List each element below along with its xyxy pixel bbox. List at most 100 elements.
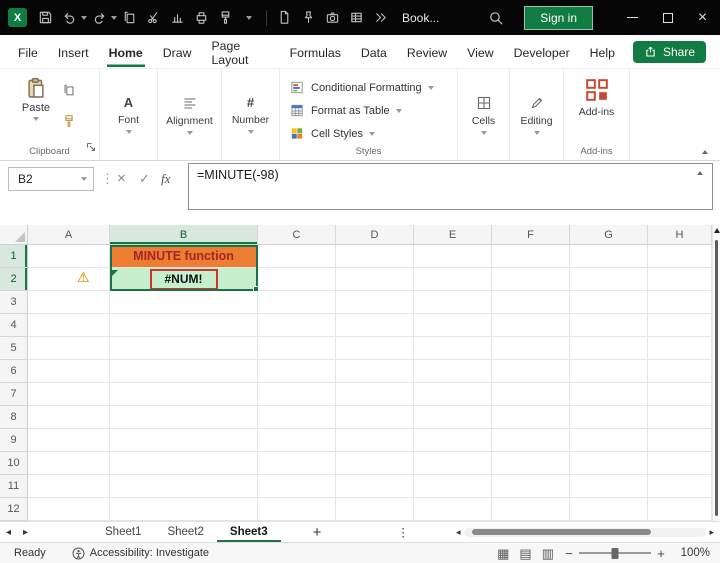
collapse-formula-bar-icon[interactable] xyxy=(697,171,703,175)
cell-G8[interactable] xyxy=(570,406,648,429)
chart-icon[interactable] xyxy=(165,5,189,31)
cell-H5[interactable] xyxy=(648,337,712,360)
cell-A5[interactable] xyxy=(28,337,110,360)
horizontal-scrollbar[interactable]: ◂ ▸ xyxy=(456,527,714,538)
cell-F10[interactable] xyxy=(492,452,570,475)
scroll-up-icon[interactable] xyxy=(714,228,720,233)
cell-B11[interactable] xyxy=(110,475,258,498)
cell-B2[interactable]: #NUM! xyxy=(110,268,258,291)
cancel-icon[interactable]: × xyxy=(117,170,126,187)
zoom-slider[interactable] xyxy=(579,547,651,559)
cell-G12[interactable] xyxy=(570,498,648,521)
cell-F2[interactable] xyxy=(492,268,570,291)
zoom-slider-thumb[interactable] xyxy=(611,547,619,559)
cell-A2[interactable] xyxy=(28,268,110,291)
menu-tab-help[interactable]: Help xyxy=(588,37,617,67)
row-header-6[interactable]: 6 xyxy=(0,360,28,383)
cell-F11[interactable] xyxy=(492,475,570,498)
cell-E4[interactable] xyxy=(414,314,492,337)
cell-C11[interactable] xyxy=(258,475,336,498)
sheet-more-icon[interactable]: ⋮ xyxy=(397,525,409,539)
cell-A11[interactable] xyxy=(28,475,110,498)
accessibility-status[interactable]: Accessibility: Investigate xyxy=(72,547,209,560)
paste-button[interactable]: Paste xyxy=(14,77,58,121)
sheet-nav-left-icon[interactable]: ◂ xyxy=(0,527,17,538)
row-header-12[interactable]: 12 xyxy=(0,498,28,521)
normal-view-icon[interactable]: ▦ xyxy=(497,547,509,560)
cell-H12[interactable] xyxy=(648,498,712,521)
formula-bar-handle-icon[interactable]: ⋮ xyxy=(101,171,114,187)
cell-D2[interactable] xyxy=(336,268,414,291)
clipboard-dialog-launcher-icon[interactable] xyxy=(86,139,96,157)
cell-F6[interactable] xyxy=(492,360,570,383)
cell-A1[interactable] xyxy=(28,245,110,268)
save-icon[interactable] xyxy=(33,5,57,31)
cell-C8[interactable] xyxy=(258,406,336,429)
error-warning-icon[interactable]: ⚠ xyxy=(77,270,90,284)
cell-G9[interactable] xyxy=(570,429,648,452)
cell-D3[interactable] xyxy=(336,291,414,314)
cell-H11[interactable] xyxy=(648,475,712,498)
menu-tab-data[interactable]: Data xyxy=(359,37,389,67)
cell-F3[interactable] xyxy=(492,291,570,314)
cell-F5[interactable] xyxy=(492,337,570,360)
column-header-C[interactable]: C xyxy=(258,225,336,245)
cells-group-button[interactable]: Cells xyxy=(458,69,510,160)
cell-D4[interactable] xyxy=(336,314,414,337)
row-header-3[interactable]: 3 xyxy=(0,291,28,314)
cell-G1[interactable] xyxy=(570,245,648,268)
cell-D1[interactable] xyxy=(336,245,414,268)
cell-styles-button[interactable]: Cell Styles xyxy=(290,122,457,145)
cell-B8[interactable] xyxy=(110,406,258,429)
cell-C7[interactable] xyxy=(258,383,336,406)
cell-B12[interactable] xyxy=(110,498,258,521)
column-header-H[interactable]: H xyxy=(648,225,712,245)
row-header-9[interactable]: 9 xyxy=(0,429,28,452)
row-header-7[interactable]: 7 xyxy=(0,383,28,406)
cell-G10[interactable] xyxy=(570,452,648,475)
cell-A7[interactable] xyxy=(28,383,110,406)
cell-H7[interactable] xyxy=(648,383,712,406)
cell-A10[interactable] xyxy=(28,452,110,475)
minimize-button[interactable] xyxy=(615,0,650,35)
cell-E1[interactable] xyxy=(414,245,492,268)
page-break-preview-icon[interactable]: ▥ xyxy=(542,547,554,560)
zoom-out-button[interactable]: − xyxy=(564,546,574,561)
column-header-G[interactable]: G xyxy=(570,225,648,245)
pin-icon[interactable] xyxy=(296,5,320,31)
conditional-formatting-button[interactable]: Conditional Formatting xyxy=(290,76,457,99)
close-button[interactable]: × xyxy=(685,0,720,35)
vertical-scrollbar[interactable] xyxy=(712,225,720,521)
cell-B6[interactable] xyxy=(110,360,258,383)
row-header-8[interactable]: 8 xyxy=(0,406,28,429)
alignment-group-button[interactable]: Alignment xyxy=(158,69,222,160)
menu-tab-developer[interactable]: Developer xyxy=(512,37,572,67)
cell-A6[interactable] xyxy=(28,360,110,383)
cell-D12[interactable] xyxy=(336,498,414,521)
cell-B5[interactable] xyxy=(110,337,258,360)
menu-tab-page-layout[interactable]: Page Layout xyxy=(209,30,271,74)
row-header-1[interactable]: 1 xyxy=(0,245,28,268)
cell-E7[interactable] xyxy=(414,383,492,406)
cell-F7[interactable] xyxy=(492,383,570,406)
sheet-tab-sheet2[interactable]: Sheet2 xyxy=(154,522,216,542)
sheet-nav-right-icon[interactable]: ▸ xyxy=(17,527,34,538)
zoom-level[interactable]: 100% xyxy=(676,547,710,559)
cell-E5[interactable] xyxy=(414,337,492,360)
copy-icon[interactable] xyxy=(117,5,141,31)
select-all-button[interactable] xyxy=(0,225,28,245)
table-icon[interactable] xyxy=(344,5,368,31)
format-as-table-button[interactable]: Format as Table xyxy=(290,99,457,122)
cell-F9[interactable] xyxy=(492,429,570,452)
row-header-4[interactable]: 4 xyxy=(0,314,28,337)
row-header-10[interactable]: 10 xyxy=(0,452,28,475)
cell-D5[interactable] xyxy=(336,337,414,360)
sheet-tab-sheet3[interactable]: Sheet3 xyxy=(216,522,281,542)
menu-tab-insert[interactable]: Insert xyxy=(56,37,91,67)
cell-E12[interactable] xyxy=(414,498,492,521)
cell-E10[interactable] xyxy=(414,452,492,475)
cell-E6[interactable] xyxy=(414,360,492,383)
hscroll-left-icon[interactable]: ◂ xyxy=(456,527,461,538)
menu-tab-review[interactable]: Review xyxy=(405,37,449,67)
cell-G7[interactable] xyxy=(570,383,648,406)
